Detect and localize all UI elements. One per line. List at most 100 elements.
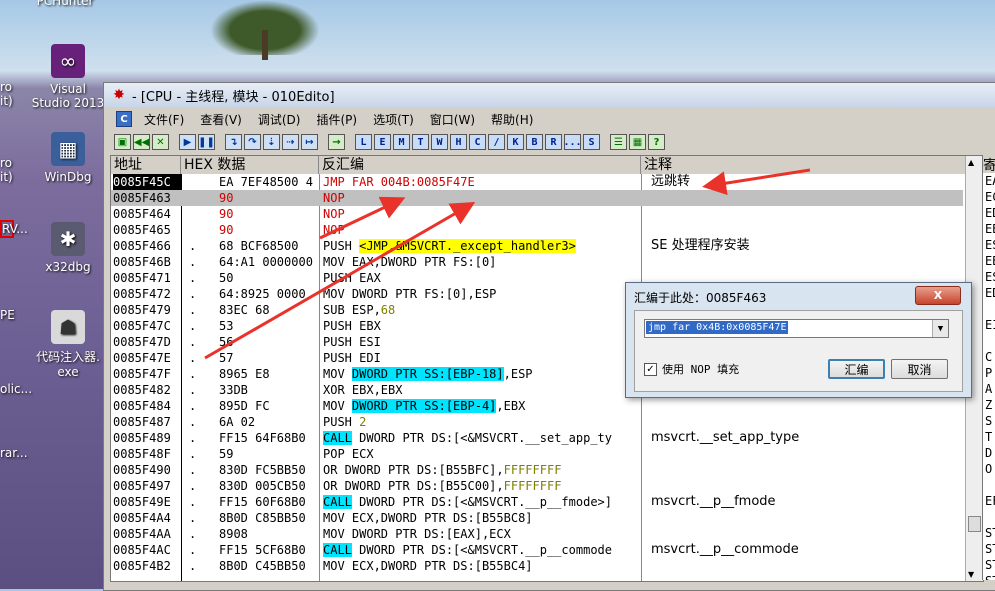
step-into-icon[interactable]: ↴ [225,134,242,150]
assemble-button[interactable]: 汇编 [828,359,885,379]
row-disasm: PUSH 2 [323,414,641,430]
threads-button[interactable]: T [412,134,429,150]
goto-icon[interactable]: → [328,134,345,150]
desktop-icon-x32dbg[interactable]: ✱ x32dbg [28,222,108,274]
register-label [983,477,995,493]
row-disasm: NOP [323,222,641,238]
table-row[interactable]: 0085F48F. 59 POP ECX [111,446,963,462]
row-marker: . [189,479,197,493]
registers-pane[interactable]: 寄 EAECEDEBESEBESEDEICPAZSTDOEFSTSTSTST [982,155,995,580]
header-disasm[interactable]: 反汇编 [319,156,641,174]
menu-view[interactable]: 查看(V) [192,111,250,128]
scroll-up-icon[interactable]: ▲ [968,158,974,167]
step-over-icon[interactable]: ↷ [244,134,261,150]
table-row[interactable]: 0085F49E. FF15 60F68B0 CALL DWORD PTR DS:[… [111,494,963,510]
disasm-token: CALL [323,431,352,445]
row-disasm: PUSH <JMP.&MSVCRT._except_handler3> [323,238,641,254]
executables-button[interactable]: E [374,134,391,150]
window-titlebar[interactable]: ✸ - [CPU - 主线程, 模块 - 010Edito] [104,83,995,107]
dialog-title: 汇编于此处：0085F463 [634,291,767,305]
table-row[interactable]: 0085F46B. 64:A1 0000000 MOV EAX,DWORD PTR … [111,254,963,270]
open-icon[interactable]: ▣ [114,134,131,150]
assemble-input[interactable]: jmp far 0x4B:0x0085F47E ▼ [644,319,949,338]
menu-help[interactable]: 帮助(H) [483,111,541,128]
header-comment[interactable]: 注释 [641,156,966,174]
assemble-input-value[interactable]: jmp far 0x4B:0x0085F47E [646,321,789,334]
register-label: ST [983,573,995,580]
nop-fill-checkbox[interactable]: ✓ 使用 NOP 填充 [644,361,739,377]
row-hex: 830D 005CB50 [219,479,306,493]
desktop-icon-code-injector[interactable]: ☗ 代码注入器. exe [28,310,108,379]
register-label: EB [985,254,995,268]
header-hex[interactable]: HEX 数据 [181,156,319,174]
grid-icon[interactable]: ▦ [629,134,646,150]
table-row[interactable]: 0085F466. 68 BCF68500 PUSH <JMP.&MSVCRT._e… [111,238,963,254]
patches-button[interactable]: / [488,134,505,150]
windows-button[interactable]: W [431,134,448,150]
menu-debug[interactable]: 调试(D) [250,111,309,128]
trace-over-icon[interactable]: ⇢ [282,134,299,150]
table-row[interactable]: 0085F497. 830D 005CB50 OR DWORD PTR DS:[B5… [111,478,963,494]
table-row[interactable]: 0085F465 90 NOP [111,222,963,238]
row-disasm: CALL DWORD PTR DS:[<&MSVCRT.__p__commode [323,542,641,558]
disasm-token: POP ECX [323,447,374,461]
menu-file[interactable]: 文件(F) [136,111,192,128]
row-disasm: MOV EAX,DWORD PTR FS:[0] [323,254,641,270]
references-button[interactable]: R [545,134,562,150]
help-icon[interactable]: ? [648,134,665,150]
execute-till-return-icon[interactable]: ↦ [301,134,318,150]
scroll-down-icon[interactable]: ▼ [968,570,974,579]
table-row[interactable]: 0085F490. 830D FC5BB50 OR DWORD PTR DS:[B5… [111,462,963,478]
run-icon[interactable]: ▶ [179,134,196,150]
row-hex: 57 [219,351,234,365]
row-hex: 56 [219,335,234,349]
row-comment: SE 处理程序安装 [651,238,750,253]
table-row[interactable]: 0085F464 90 NOP [111,206,963,222]
desktop-icon-visual-studio[interactable]: ∞ Visual Studio 2013 [28,44,108,110]
checkbox-check-icon[interactable]: ✓ [644,362,657,376]
header-address[interactable]: 地址 [111,156,181,174]
handles-button[interactable]: H [450,134,467,150]
desktop-label-pchunter[interactable]: PCHunter [25,0,105,8]
call-stack-button[interactable]: K [507,134,524,150]
trace-into-icon[interactable]: ⇣ [263,134,280,150]
pause-icon[interactable]: ❚❚ [198,134,215,150]
run-trace-button[interactable]: ... [563,134,582,150]
table-row[interactable]: 0085F487. 6A 02 PUSH 2 [111,414,963,430]
source-button[interactable]: S [583,134,600,150]
restart-icon[interactable]: ◀◀ [133,134,150,150]
table-row[interactable]: 0085F4B2. 8B0D C45BB50 MOV ECX,DWORD PTR D… [111,558,963,574]
disasm-token: ,ESP [503,367,533,381]
disasm-token: PUSH EDI [323,351,381,365]
menu-options[interactable]: 选项(T) [365,111,422,128]
column-header: 地址 HEX 数据 反汇编 注释 [111,156,983,174]
menu-plugins[interactable]: 插件(P) [308,111,365,128]
scroll-thumb[interactable] [968,516,981,532]
table-row[interactable]: 0085F4A4. 8B0D C85BB50 MOV ECX,DWORD PTR D… [111,510,963,526]
memory-button[interactable]: M [393,134,410,150]
row-address: 0085F482 [113,383,171,397]
x32dbg-icon: ✱ [51,222,85,256]
table-row[interactable]: 0085F463 90 NOP [111,190,963,206]
row-address: 0085F47C [113,319,171,333]
cpu-button[interactable]: C [469,134,486,150]
close-debug-icon[interactable]: ✕ [152,134,169,150]
list-icon[interactable]: ☰ [610,134,627,150]
breakpoints-button[interactable]: B [526,134,543,150]
table-row[interactable]: 0085F4AC. FF15 5CF68B0 CALL DWORD PTR DS:[… [111,542,963,558]
desktop-left-edge-labels: ro it) ro it) RV... PE olic... rar... [0,80,33,460]
desktop-icon-windbg[interactable]: ▦ WinDbg [28,132,108,184]
chevron-down-icon[interactable]: ▼ [932,320,948,337]
cancel-button[interactable]: 取消 [891,359,948,379]
row-hex: 8908 [219,527,248,541]
table-row[interactable]: 0085F4AA. 8908 MOV DWORD PTR DS:[EAX],ECX [111,526,963,542]
table-row[interactable]: 0085F45C EA 7EF48500 4 JMP FAR 004B:0085F4… [111,174,963,190]
table-row[interactable]: 0085F489. FF15 64F68B0 CALL DWORD PTR DS:[… [111,430,963,446]
dialog-close-button[interactable]: X [915,286,961,305]
table-row[interactable]: 0085F484. 895D FC MOV DWORD PTR SS:[EBP-4]… [111,398,963,414]
disasm-token: ,EBX [496,399,526,413]
cpu-window-icon[interactable]: C [116,111,132,127]
menu-window[interactable]: 窗口(W) [422,111,483,128]
row-address: 0085F49E [113,495,171,509]
log-button[interactable]: L [355,134,372,150]
